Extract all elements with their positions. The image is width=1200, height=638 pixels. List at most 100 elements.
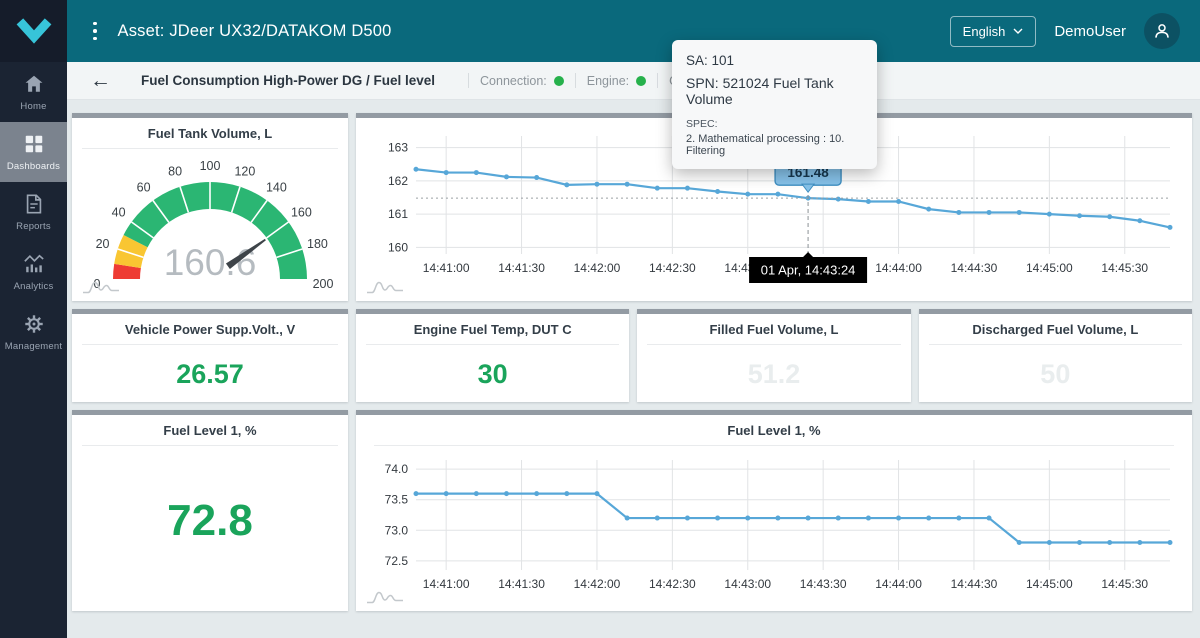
sidebar-item-label: Analytics — [14, 281, 54, 292]
gauge-tick-label: 20 — [96, 237, 110, 251]
data-point — [685, 186, 690, 191]
home-icon — [23, 73, 45, 95]
gauge-tick-label: 40 — [112, 206, 126, 220]
status-label: Connection: — [480, 74, 547, 88]
axis-tooltip-pointer — [803, 252, 813, 257]
stat-value: 51.2 — [637, 359, 910, 390]
stat-card-filled-fuel-volume: Filled Fuel Volume, L 51.2 — [637, 309, 910, 402]
x-tick-label: 14:41:30 — [498, 577, 545, 591]
axis-tooltip-text: 01 Apr, 14:43:24 — [761, 263, 856, 278]
data-point — [625, 182, 630, 187]
sidebar-item-home[interactable]: Home — [0, 62, 67, 122]
sidebar-item-dashboards[interactable]: Dashboards — [0, 122, 67, 182]
avatar[interactable] — [1144, 13, 1180, 49]
y-tick-label: 73.5 — [385, 493, 409, 507]
card-title: Fuel Tank Volume, L — [82, 118, 338, 149]
sparkline-icon — [366, 589, 404, 606]
gauge-tick-label: 140 — [266, 181, 287, 195]
data-point — [956, 210, 961, 215]
data-point — [745, 192, 750, 197]
chevron-logo-icon — [11, 13, 57, 49]
gauge-tick-label: 60 — [137, 181, 151, 195]
y-tick-label: 73.0 — [385, 523, 409, 537]
sidebar-item-reports[interactable]: Reports — [0, 182, 67, 242]
sidebar-item-label: Dashboards — [7, 161, 60, 172]
data-point — [866, 516, 871, 521]
x-tick-label: 14:41:30 — [498, 261, 545, 275]
data-point — [534, 175, 539, 180]
x-tick-label: 14:42:00 — [574, 261, 621, 275]
y-tick-label: 163 — [388, 141, 408, 155]
data-point — [715, 189, 720, 194]
data-point — [414, 491, 419, 496]
sidebar: Home Dashboards — [0, 0, 67, 638]
data-point — [1137, 218, 1142, 223]
page-title: Asset: JDeer UX32/DATAKOM D500 — [118, 22, 392, 41]
x-tick-label: 14:45:30 — [1101, 261, 1148, 275]
card-title: Filled Fuel Volume, L — [647, 314, 900, 345]
x-tick-label: 14:43:30 — [800, 577, 847, 591]
x-tick-label: 14:45:00 — [1026, 261, 1073, 275]
reports-icon — [23, 193, 45, 215]
x-tick-label: 14:44:00 — [875, 577, 922, 591]
gauge-tick-label: 80 — [168, 165, 182, 179]
data-point — [474, 491, 479, 496]
data-point — [987, 210, 992, 215]
card-title: Discharged Fuel Volume, L — [929, 314, 1182, 345]
chevron-down-icon — [1013, 28, 1023, 34]
fuel-level-value-card: Fuel Level 1, % 72.8 — [72, 410, 348, 611]
data-point — [655, 516, 660, 521]
data-point — [775, 516, 780, 521]
data-point — [956, 516, 961, 521]
data-point — [685, 516, 690, 521]
fuel-level-chart[interactable]: 72.573.073.574.014:41:0014:41:3014:42:00… — [364, 450, 1184, 602]
data-point — [564, 491, 569, 496]
data-point — [1017, 210, 1022, 215]
data-point — [775, 192, 780, 197]
fuel-level-chart-card: Fuel Level 1, % 72.573.073.574.014:41:00… — [356, 410, 1192, 611]
sidebar-item-label: Reports — [16, 221, 51, 232]
app-logo[interactable] — [0, 0, 67, 62]
data-point — [474, 170, 479, 175]
back-button[interactable]: ← — [90, 70, 111, 91]
y-tick-label: 162 — [388, 174, 408, 188]
data-point — [564, 182, 569, 187]
stat-value: 50 — [919, 359, 1192, 390]
card-title: Vehicle Power Supp.Volt., V — [82, 314, 338, 345]
status-label: Engine: — [587, 74, 629, 88]
status-engine: Engine: — [587, 74, 646, 88]
sidebar-item-analytics[interactable]: Analytics — [0, 242, 67, 302]
fuel-tank-volume-gauge: 020406080100120140160180200160.6 — [72, 149, 348, 297]
x-tick-label: 14:44:30 — [951, 261, 998, 275]
fuel-tank-volume-gauge-card: Fuel Tank Volume, L 02040608010012014016… — [72, 113, 348, 301]
status-dot-green — [554, 76, 564, 86]
gauge-tick-label: 100 — [200, 159, 221, 173]
kebab-menu-icon[interactable] — [89, 18, 101, 45]
card-title: Engine Fuel Temp, DUT C — [366, 314, 619, 345]
data-point — [594, 491, 599, 496]
data-point — [1017, 540, 1022, 545]
data-point — [836, 197, 841, 202]
gauge-tick-label: 160 — [291, 206, 312, 220]
data-point — [444, 491, 449, 496]
data-point — [1077, 213, 1082, 218]
data-point — [444, 170, 449, 175]
app-header: Asset: JDeer UX32/DATAKOM D500 English D… — [67, 0, 1200, 62]
data-point — [1077, 540, 1082, 545]
x-tick-label: 14:42:30 — [649, 261, 696, 275]
data-point — [987, 516, 992, 521]
sparkline-icon — [366, 279, 404, 296]
status-dot-green — [636, 76, 646, 86]
y-tick-label: 160 — [388, 240, 408, 254]
sparkline-icon — [82, 279, 120, 296]
dashboard-title: Fuel Consumption High-Power DG / Fuel le… — [141, 73, 435, 88]
data-point — [896, 199, 901, 204]
data-point — [1168, 540, 1173, 545]
data-point — [1047, 540, 1052, 545]
sidebar-item-management[interactable]: Management — [0, 302, 67, 362]
language-selector[interactable]: English — [950, 16, 1037, 47]
sidebar-item-label: Management — [5, 341, 62, 352]
spn-tooltip-spn: SPN: 521024 Fuel Tank Volume — [686, 75, 863, 107]
y-tick-label: 74.0 — [385, 462, 409, 476]
data-point — [715, 516, 720, 521]
